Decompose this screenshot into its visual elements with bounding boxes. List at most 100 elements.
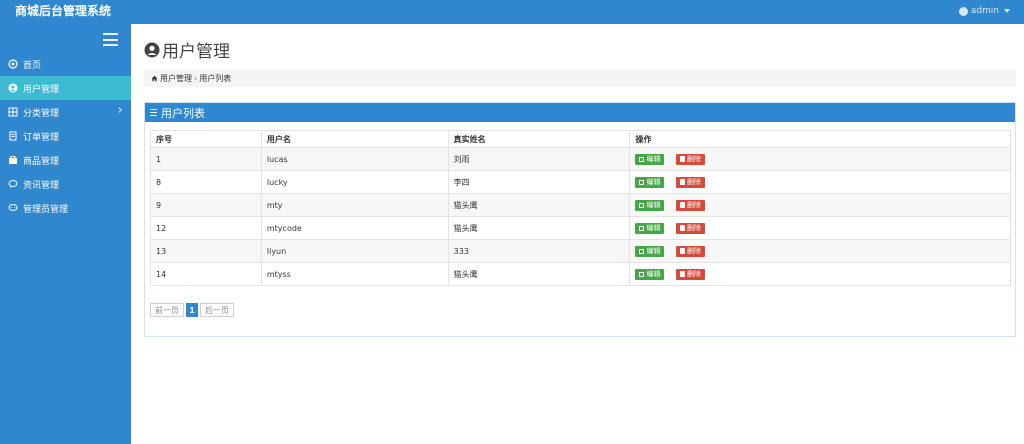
cell-username: lucas: [260, 147, 449, 171]
cell-username: lucky: [260, 170, 449, 194]
edit-button[interactable]: 编辑: [635, 245, 665, 257]
admin-icon: [8, 203, 18, 213]
delete-label: 删除: [687, 270, 701, 278]
order-icon: [8, 131, 18, 141]
cell-id: 8: [150, 170, 262, 194]
main-content: 用户管理 用户管理 › 用户列表 用户列表 序号 用户名 真实姓名 操作 1 l…: [131, 24, 1024, 444]
sidebar-item-label: 用户管理: [23, 84, 60, 95]
cell-realname: 李四: [447, 170, 631, 194]
home-icon: [8, 59, 18, 69]
sidebar-item-label: 商品管理: [23, 156, 60, 167]
table-row: 14 mtyss 猫头鹰 编辑 删除: [150, 262, 1011, 286]
user-table: 序号 用户名 真实姓名 操作 1 lucas 刘雨 编辑 删除 8 lucky …: [150, 130, 1011, 286]
sidebar-item-admins[interactable]: 管理员管理: [0, 196, 131, 220]
cell-actions: 编辑 删除: [629, 193, 1011, 217]
breadcrumb-separator: ›: [194, 73, 198, 83]
cell-username: liyun: [260, 239, 449, 263]
breadcrumb-link-users[interactable]: 用户管理: [160, 73, 192, 84]
sidebar-item-news[interactable]: 资讯管理: [0, 172, 131, 196]
current-page[interactable]: 1: [186, 303, 198, 317]
sidebar-item-label: 管理员管理: [23, 204, 69, 215]
edit-button[interactable]: 编辑: [635, 176, 665, 188]
cell-actions: 编辑 删除: [629, 170, 1011, 194]
delete-label: 删除: [687, 201, 701, 209]
edit-label: 编辑: [646, 224, 661, 232]
user-menu[interactable]: admin: [958, 4, 1010, 18]
edit-icon: [639, 202, 645, 208]
panel-heading: 用户列表: [145, 103, 1015, 122]
panel-title: 用户列表: [161, 106, 205, 120]
edit-label: 编辑: [646, 155, 661, 163]
user-circle-icon: [144, 42, 160, 57]
delete-label: 删除: [687, 247, 701, 255]
edit-icon: [639, 225, 645, 231]
sidebar-item-users[interactable]: 用户管理: [0, 76, 131, 100]
table-row: 8 lucky 李四 编辑 删除: [150, 170, 1011, 194]
prev-page-button[interactable]: 前一页: [150, 303, 184, 317]
home-icon: [151, 75, 158, 81]
sidebar-item-categories[interactable]: 分类管理: [0, 100, 131, 124]
edit-button[interactable]: 编辑: [635, 268, 665, 280]
sidebar-item-products[interactable]: 商品管理: [0, 148, 131, 172]
caret-down-icon: [1004, 9, 1010, 13]
delete-label: 删除: [687, 178, 701, 186]
breadcrumb-current: 用户列表: [199, 73, 232, 83]
sidebar-nav: 首页 用户管理 分类管理 订单管理 商品管理 资讯管理 管理员管理: [0, 52, 131, 220]
delete-button[interactable]: 删除: [676, 245, 705, 257]
cell-realname: 猫头鹰: [447, 216, 631, 240]
next-page-button[interactable]: 后一页: [200, 303, 234, 317]
top-bar: 商城后台管理系统 admin: [0, 0, 1024, 24]
sidebar-item-orders[interactable]: 订单管理: [0, 124, 131, 148]
table-row: 1 lucas 刘雨 编辑 删除: [150, 147, 1011, 171]
delete-button[interactable]: 删除: [676, 268, 705, 280]
category-icon: [8, 107, 18, 117]
edit-icon: [639, 248, 645, 254]
user-icon: [8, 83, 18, 93]
page-title: 用户管理: [144, 37, 230, 62]
trash-icon: [680, 179, 685, 185]
user-icon: [958, 6, 968, 16]
sidebar-item-label: 资讯管理: [23, 180, 60, 191]
edit-label: 编辑: [646, 178, 661, 186]
pagination: 前一页 1 后一页: [150, 303, 234, 317]
edit-label: 编辑: [646, 270, 661, 278]
cell-username: mtyss: [260, 262, 449, 286]
edit-button[interactable]: 编辑: [635, 222, 665, 234]
trash-icon: [680, 271, 685, 277]
cell-actions: 编辑 删除: [629, 262, 1011, 286]
delete-button[interactable]: 删除: [676, 199, 705, 211]
table-row: 9 mty 猫头鹰 编辑 删除: [150, 193, 1011, 217]
table-row: 13 liyun 333 编辑 删除: [150, 239, 1011, 263]
cell-id: 14: [150, 262, 262, 286]
sidebar-item-home[interactable]: 首页: [0, 52, 131, 76]
cell-id: 13: [150, 239, 262, 263]
sidebar: 首页 用户管理 分类管理 订单管理 商品管理 资讯管理 管理员管理: [0, 24, 131, 444]
cell-id: 12: [150, 216, 262, 240]
list-icon: [150, 109, 157, 116]
cell-actions: 编辑 删除: [629, 216, 1011, 240]
trash-icon: [680, 225, 685, 231]
news-icon: [8, 179, 18, 189]
delete-button[interactable]: 删除: [676, 222, 705, 234]
delete-label: 删除: [687, 224, 701, 232]
trash-icon: [680, 248, 685, 254]
sidebar-item-label: 订单管理: [23, 132, 60, 143]
cell-username: mtycode: [260, 216, 449, 240]
column-header-actions: 操作: [629, 130, 1011, 148]
table-row: 12 mtycode 猫头鹰 编辑 删除: [150, 216, 1011, 240]
user-name: admin: [970, 6, 999, 16]
edit-label: 编辑: [646, 247, 661, 255]
menu-toggle-icon[interactable]: [103, 33, 118, 46]
edit-icon: [639, 179, 645, 185]
edit-button[interactable]: 编辑: [635, 199, 665, 211]
page-title-text: 用户管理: [162, 42, 230, 62]
cell-realname: 333: [447, 239, 631, 263]
cell-username: mty: [260, 193, 449, 217]
delete-button[interactable]: 删除: [676, 176, 705, 188]
column-header-id: 序号: [150, 130, 262, 148]
cell-actions: 编辑 删除: [629, 239, 1011, 263]
trash-icon: [680, 202, 685, 208]
sidebar-item-label: 首页: [23, 60, 42, 71]
delete-button[interactable]: 删除: [676, 153, 705, 165]
edit-button[interactable]: 编辑: [635, 153, 665, 165]
